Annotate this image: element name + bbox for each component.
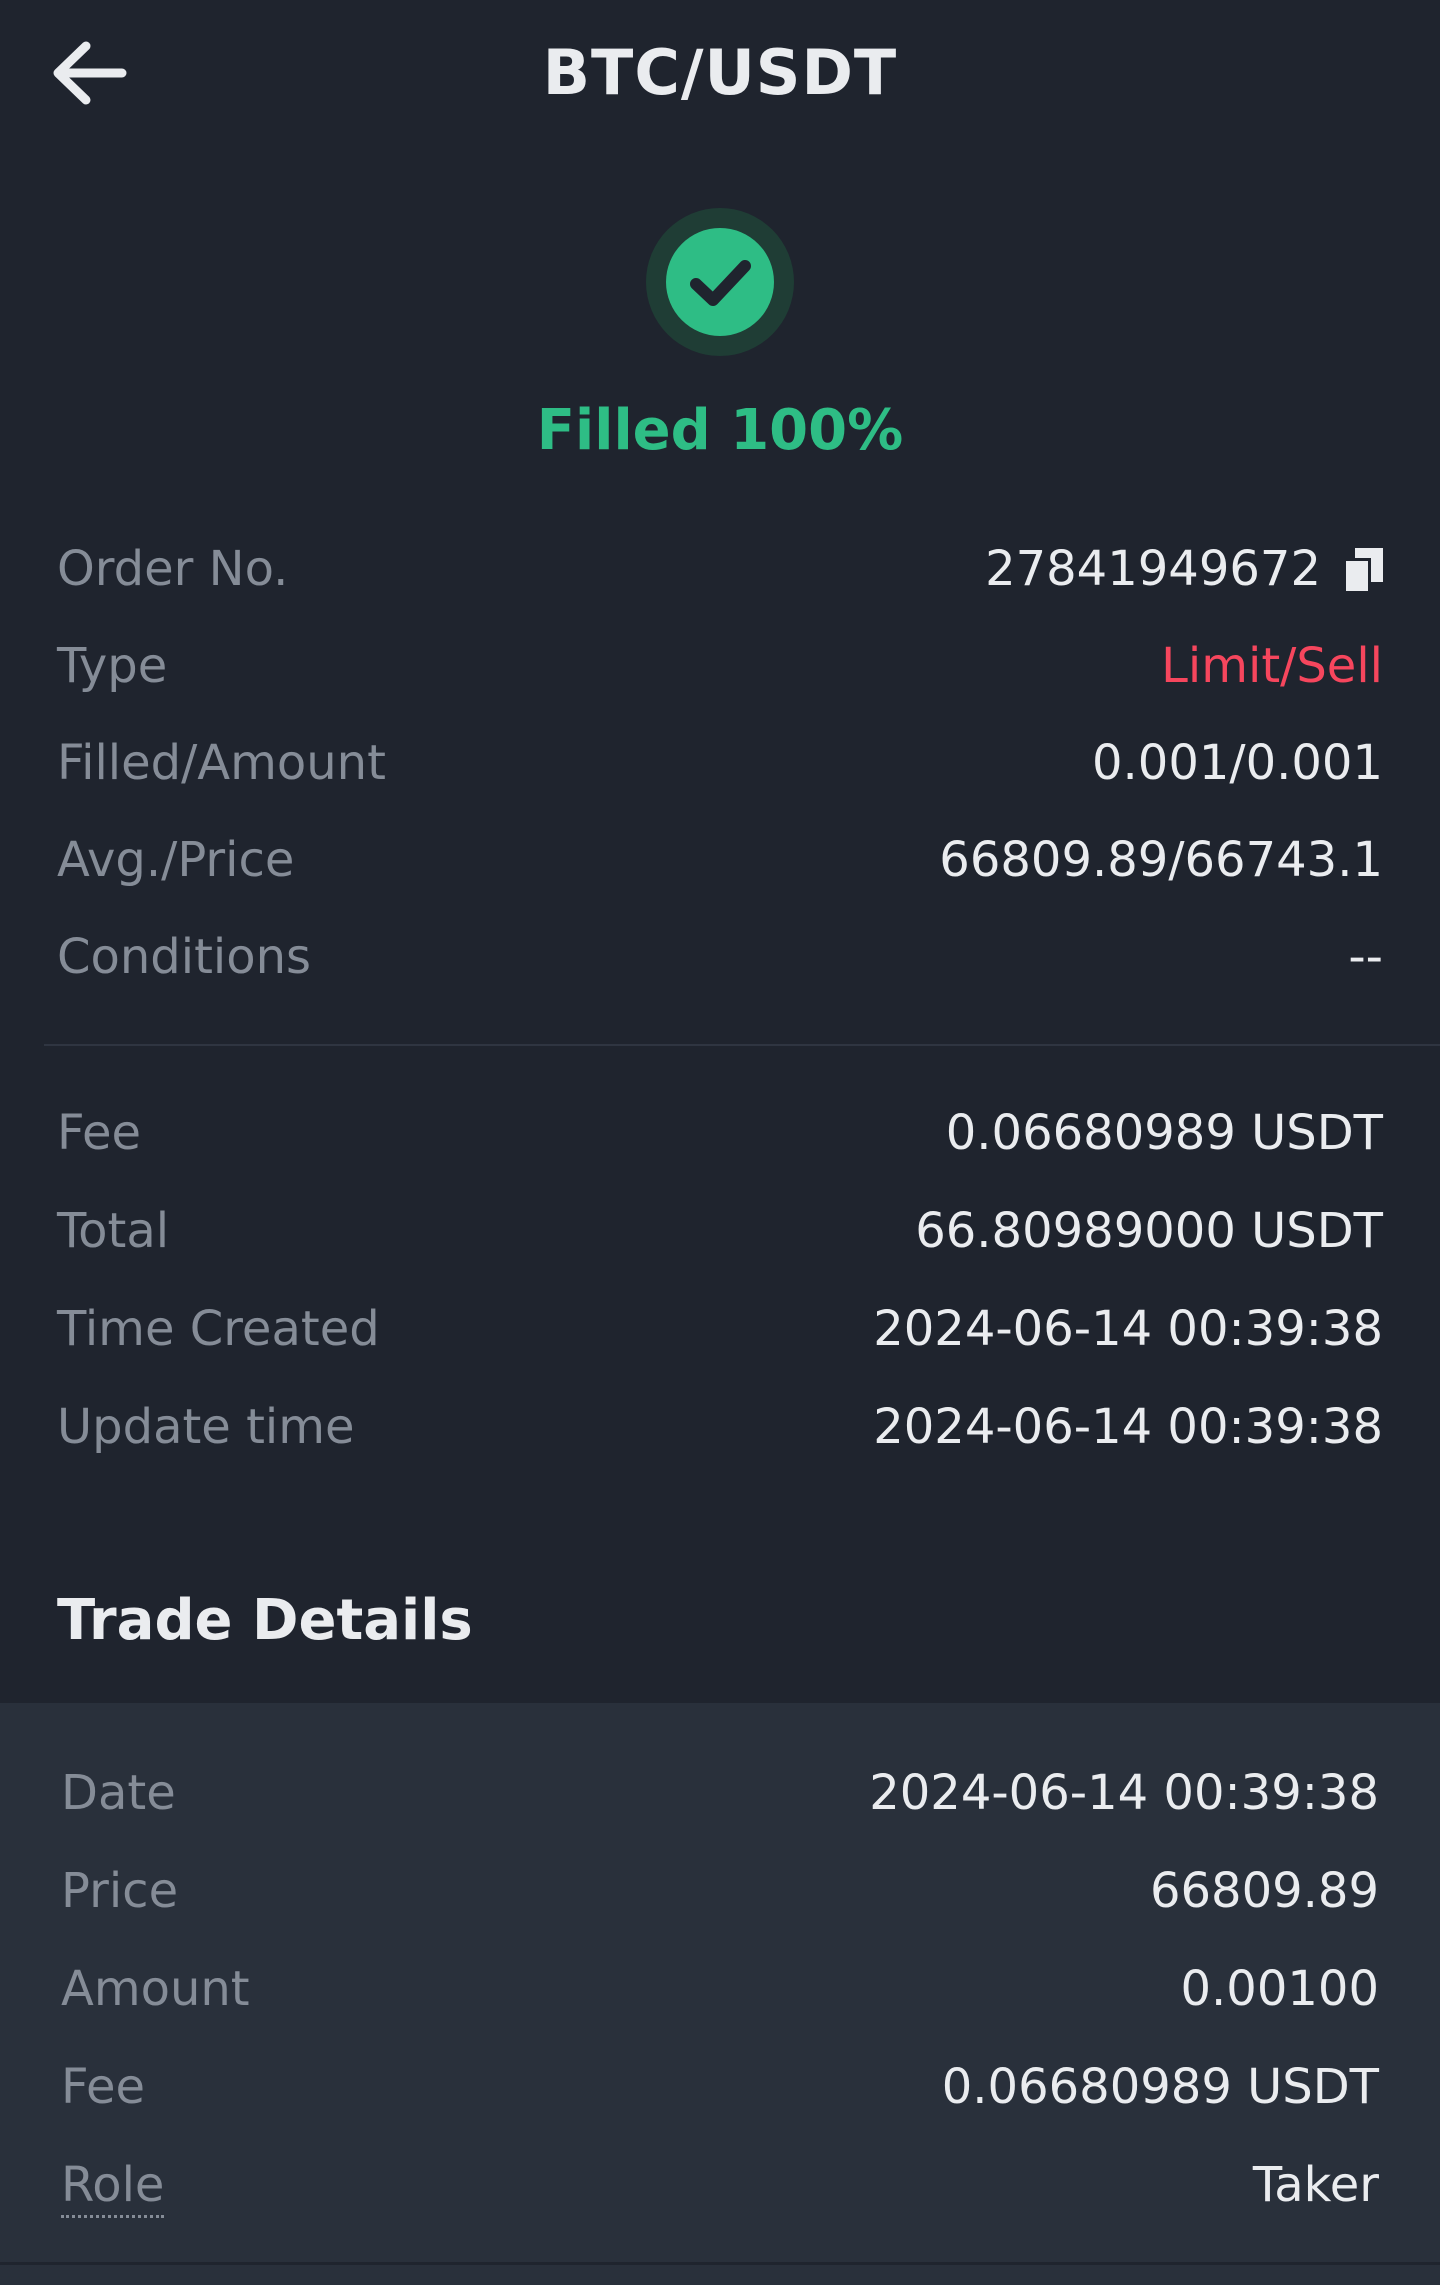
type-value: Limit/Sell <box>1161 638 1383 694</box>
filled-amount-label: Filled/Amount <box>57 735 386 791</box>
update-time-value: 2024-06-14 00:39:38 <box>873 1399 1383 1455</box>
avg-price-value: 66809.89/66743.1 <box>939 832 1383 888</box>
trade-price-value: 66809.89 <box>1149 1863 1379 1919</box>
total-row: Total 66.80989000 USDT <box>57 1196 1383 1266</box>
avg-price-row: Avg./Price 66809.89/66743.1 <box>57 825 1383 895</box>
update-time-label: Update time <box>57 1399 355 1455</box>
trade-fee-row: Fee 0.06680989 USDT <box>61 2052 1379 2122</box>
page-title: BTC/USDT <box>542 36 898 109</box>
type-row: Type Limit/Sell <box>57 631 1383 701</box>
order-number-value: 27841949672 <box>985 541 1321 597</box>
trade-fee-value: 0.06680989 USDT <box>941 2059 1379 2115</box>
fee-row: Fee 0.06680989 USDT <box>57 1098 1383 1168</box>
conditions-row: Conditions -- <box>57 922 1383 992</box>
filled-amount-row: Filled/Amount 0.001/0.001 <box>57 728 1383 798</box>
trade-fee-label: Fee <box>61 2059 146 2115</box>
total-label: Total <box>57 1203 170 1259</box>
trade-role-label-wrap: Role <box>61 2150 165 2220</box>
order-number-row: Order No. 27841949672 <box>57 534 1383 604</box>
trade-details-panel: Date 2024-06-14 00:39:38 Price 66809.89 … <box>0 1703 1440 2285</box>
status-label: Filled 100% <box>536 398 904 463</box>
fee-value: 0.06680989 USDT <box>945 1105 1383 1161</box>
filled-amount-value: 0.001/0.001 <box>1092 735 1383 791</box>
conditions-label: Conditions <box>57 929 312 985</box>
avg-price-label: Avg./Price <box>57 832 295 888</box>
fee-label: Fee <box>57 1105 142 1161</box>
trade-role-row: Role Taker <box>61 2150 1379 2220</box>
time-created-value: 2024-06-14 00:39:38 <box>873 1301 1383 1357</box>
total-value: 66.80989000 USDT <box>915 1203 1383 1259</box>
order-number-value-wrap: 27841949672 <box>985 534 1383 604</box>
order-number-label: Order No. <box>57 541 289 597</box>
divider <box>44 1044 1440 1046</box>
status-indicator <box>0 208 1440 360</box>
trade-role-label[interactable]: Role <box>61 2155 165 2218</box>
trade-amount-label: Amount <box>61 1961 250 2017</box>
top-bar: BTC/USDT <box>0 0 1440 150</box>
trade-details-title: Trade Details <box>57 1588 473 1653</box>
check-circle-icon <box>646 208 794 356</box>
trade-price-row: Price 66809.89 <box>61 1856 1379 1926</box>
update-time-row: Update time 2024-06-14 00:39:38 <box>57 1392 1383 1462</box>
time-created-label: Time Created <box>57 1301 380 1357</box>
time-created-row: Time Created 2024-06-14 00:39:38 <box>57 1294 1383 1364</box>
trade-role-value: Taker <box>1252 2157 1379 2213</box>
trade-date-label: Date <box>61 1765 176 1821</box>
trade-date-row: Date 2024-06-14 00:39:38 <box>61 1758 1379 1828</box>
conditions-value: -- <box>1348 929 1383 985</box>
trade-price-label: Price <box>61 1863 179 1919</box>
panel-bottom-divider <box>0 2262 1440 2265</box>
type-label: Type <box>57 638 168 694</box>
trade-amount-row: Amount 0.00100 <box>61 1954 1379 2024</box>
trade-date-value: 2024-06-14 00:39:38 <box>869 1765 1379 1821</box>
trade-amount-value: 0.00100 <box>1180 1961 1380 2017</box>
copy-icon[interactable] <box>1343 543 1383 594</box>
